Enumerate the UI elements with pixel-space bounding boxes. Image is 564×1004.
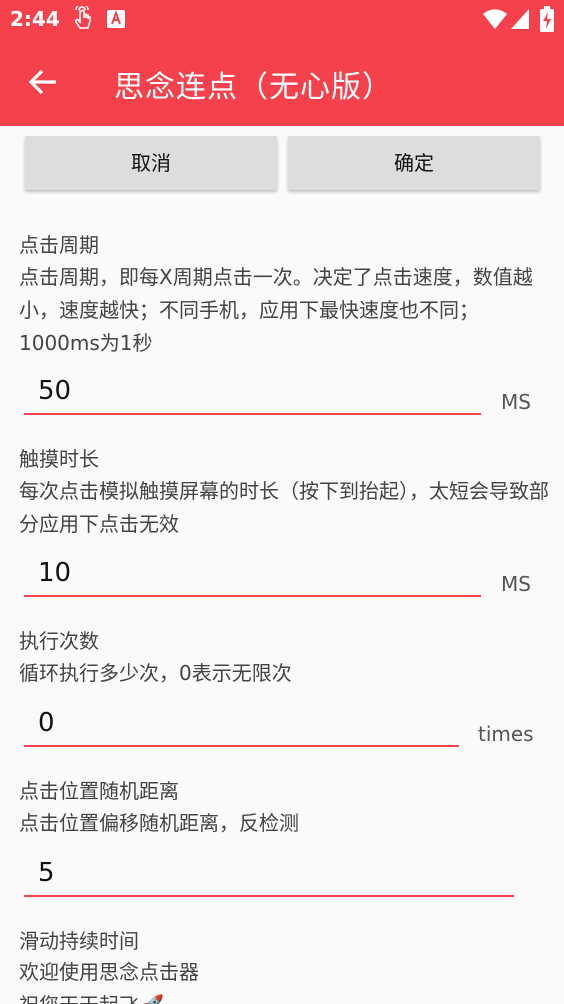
click-period-input[interactable]: 50 xyxy=(24,371,481,415)
execution-count-description: 循环执行多少次，0表示无限次 xyxy=(19,661,292,685)
wifi-icon xyxy=(483,9,507,29)
click-period-label: 点击周期 xyxy=(19,233,99,257)
app-notification-icon xyxy=(107,10,125,28)
click-period-unit: MS xyxy=(501,390,531,414)
swipe-duration-description-2: 祝您天天起飞🚀 xyxy=(19,989,549,1004)
scrollbar[interactable] xyxy=(559,128,562,998)
touch-duration-label: 触摸时长 xyxy=(19,447,99,471)
status-bar: 2:44 xyxy=(0,0,564,38)
back-arrow-icon[interactable] xyxy=(24,62,64,102)
confirm-button[interactable]: 确定 xyxy=(288,136,540,190)
touch-duration-input[interactable]: 10 xyxy=(24,553,481,597)
swipe-duration-label: 滑动持续时间 xyxy=(19,929,139,953)
execution-count-label: 执行次数 xyxy=(19,629,99,653)
random-offset-input[interactable]: 5 xyxy=(24,853,514,897)
status-time: 2:44 xyxy=(10,7,60,31)
random-offset-label: 点击位置随机距离 xyxy=(19,779,179,803)
signal-icon xyxy=(511,9,529,29)
page-title: 思念连点（无心版） xyxy=(114,70,393,105)
execution-count-input[interactable]: 0 xyxy=(24,703,459,747)
touch-duration-unit: MS xyxy=(501,572,531,596)
app-bar: 2:44 思念连点（无心版） xyxy=(0,0,564,126)
execution-count-unit: times xyxy=(478,722,534,746)
touch-icon xyxy=(74,6,91,29)
touch-duration-description: 每次点击模拟触摸屏幕的时长（按下到抬起），太短会导致部分应用下点击无效 xyxy=(19,479,549,536)
battery-charging-icon xyxy=(540,6,554,32)
click-period-description: 点击周期，即每X周期点击一次。决定了点击速度，数值越小，速度越快；不同手机，应用… xyxy=(19,265,533,355)
random-offset-description: 点击位置偏移随机距离，反检测 xyxy=(19,811,299,835)
cancel-button[interactable]: 取消 xyxy=(25,136,277,190)
swipe-duration-description: 欢迎使用思念点击器 xyxy=(19,960,199,984)
